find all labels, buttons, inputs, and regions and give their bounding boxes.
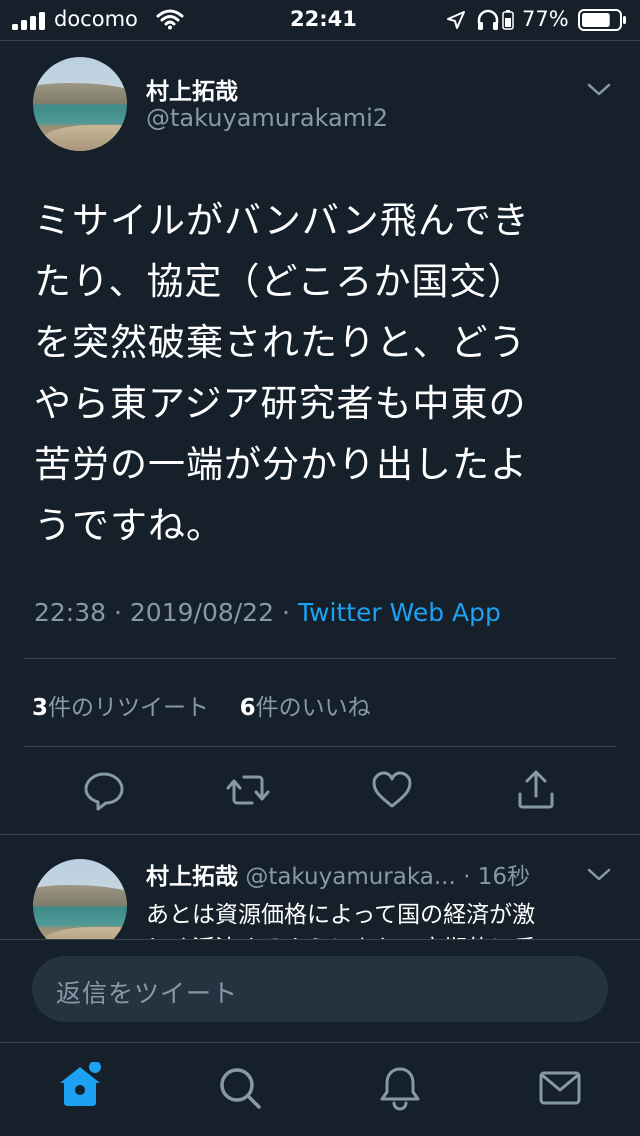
tweet-source-link[interactable]: Twitter Web App — [298, 598, 501, 627]
tweet-time: 22:38 — [34, 598, 107, 627]
retweet-stat[interactable]: 3件のリツイート — [32, 695, 216, 721]
meta-separator: · — [114, 598, 122, 627]
notifications-icon[interactable] — [376, 1064, 424, 1112]
stats-divider — [24, 746, 616, 747]
share-icon[interactable] — [514, 768, 558, 812]
author-handle[interactable]: @takuyamurakami2 — [146, 104, 388, 132]
reply-placeholder: 返信をツイート — [56, 979, 239, 1008]
reply-author-name[interactable]: 村上拓哉 — [146, 864, 238, 890]
tweet-stats: 3件のリツイート 6件のいいね — [32, 688, 371, 722]
clock: 22:41 — [290, 7, 357, 31]
search-icon[interactable] — [216, 1064, 264, 1112]
like-count: 6 — [239, 695, 256, 721]
reply-text-line-1: あとは資源価格によって国の経済が激 — [146, 902, 536, 928]
signal-icon — [12, 11, 48, 30]
reply-compose-input[interactable]: 返信をツイート — [32, 956, 608, 1022]
battery-percent: 77% — [522, 7, 569, 31]
reply-icon[interactable] — [82, 768, 126, 812]
home-icon[interactable] — [56, 1061, 104, 1110]
reply-author-handle[interactable]: @takuyamuraka... — [245, 864, 455, 890]
carrier-name: docomo — [54, 7, 138, 31]
reply-header: 村上拓哉 @takuyamuraka... · 16秒 — [146, 857, 530, 891]
headphones-icon — [476, 8, 500, 32]
tweet-meta: 22:38 · 2019/08/22 · Twitter Web App — [34, 598, 501, 627]
like-stat[interactable]: 6件のいいね — [240, 695, 371, 721]
location-icon — [446, 10, 466, 30]
tweet-date: 2019/08/22 — [129, 598, 274, 627]
meta-divider — [24, 658, 616, 659]
reply-menu-chevron-icon[interactable] — [586, 865, 612, 883]
retweet-icon[interactable] — [226, 768, 270, 812]
reply-age: · 16秒 — [463, 864, 530, 890]
retweet-label: 件のリツイート — [48, 695, 210, 721]
tweet-menu-chevron-icon[interactable] — [586, 80, 612, 98]
tabbar-divider — [0, 1042, 640, 1043]
author-avatar[interactable] — [33, 57, 127, 151]
like-label: 件のいいね — [255, 695, 371, 721]
battery-level-icon — [502, 10, 514, 30]
compose-divider — [0, 939, 640, 940]
wifi-icon — [156, 8, 184, 30]
author-name[interactable]: 村上拓哉 — [146, 72, 238, 106]
status-bar: docomo 22:41 77% — [0, 0, 640, 40]
status-bar-divider — [0, 40, 640, 41]
like-icon[interactable] — [370, 768, 414, 812]
tweet-text: ミサイルがバンバン飛んでき たり、協定（どころか国交） を突然破棄されたりと、ど… — [34, 199, 530, 547]
reply-tweet[interactable]: 村上拓哉 @takuyamuraka... · 16秒 あとは資源価格によって国… — [0, 835, 640, 939]
meta-separator-2: · — [281, 598, 290, 627]
messages-icon[interactable] — [536, 1064, 584, 1112]
reply-author-avatar[interactable] — [33, 859, 127, 939]
battery-icon — [578, 9, 628, 31]
reply-text-line-2: しく浮沈するようになり、定期的に反 — [146, 929, 536, 939]
retweet-count: 3 — [32, 695, 49, 721]
